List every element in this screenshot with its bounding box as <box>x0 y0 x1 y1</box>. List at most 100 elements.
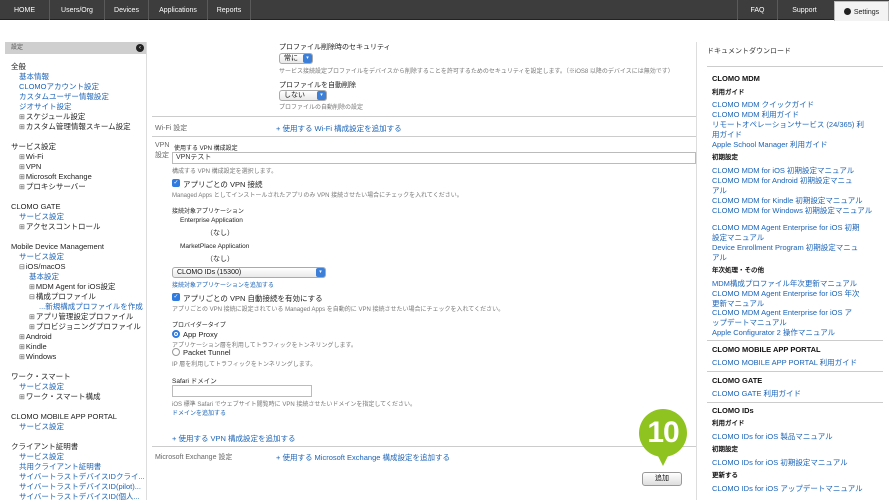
app-proxy-radio[interactable] <box>172 330 180 338</box>
subheading-guide: 利用ガイド <box>712 89 745 96</box>
sidebar-item-cybertrust-client[interactable]: サイバートラストデバイスIDクライ... <box>19 472 145 482</box>
sidebar-heading-work-smart: ワーク・スマート <box>11 372 71 381</box>
doc-link[interactable]: CLOMO IDs for iOS 製品マニュアル <box>712 432 833 442</box>
doc-link[interactable]: アル <box>712 253 727 263</box>
sidebar-item-access-control[interactable]: アクセスコントロール <box>19 222 101 233</box>
sidebar-heading-clomo-gate: CLOMO GATE <box>11 202 61 211</box>
safari-domain-input[interactable] <box>172 385 312 397</box>
per-app-vpn-checkbox[interactable]: ✓ <box>172 179 180 187</box>
doc-link[interactable]: MDM構成プロファイル年次更新マニュアル <box>712 279 857 289</box>
top-navigation-bar: HOME Users/Org Devices Applications Repo… <box>0 0 889 21</box>
remove-security-value: 常に <box>284 55 298 62</box>
auto-connect-help: アプリごとの VPN 接続に設定されている Managed Apps を自動的に… <box>172 307 505 313</box>
vpn-section-label: VPN 設定 <box>155 142 170 159</box>
panel-title: ドキュメントダウンロード <box>707 48 791 55</box>
sidebar-item-basic-info[interactable]: 基本情報 <box>19 72 49 82</box>
step-number-badge: 10 <box>639 409 687 457</box>
sidebar-heading-mdm: Mobile Device Management <box>11 242 104 251</box>
doc-link[interactable]: CLOMO MDM Agent Enterprise for iOS 年次 <box>712 289 860 299</box>
doc-link[interactable]: Apple School Manager 利用ガイド <box>712 140 827 150</box>
app-proxy-label: App Proxy <box>183 330 218 339</box>
auto-connect-label: アプリごとの VPN 自動接続を有効にする <box>183 294 323 303</box>
sidebar-item-gate-service[interactable]: サービス設定 <box>19 212 64 222</box>
sidebar-item-windows[interactable]: Windows <box>19 352 56 363</box>
packet-tunnel-label: Packet Tunnel <box>183 348 231 357</box>
sidebar-item-geosite[interactable]: ジオサイト設定 <box>19 102 72 112</box>
marketplace-app-value: （なし） <box>206 256 234 263</box>
doc-link[interactable]: CLOMO MDM for Windows 初期設定マニュアル <box>712 206 872 216</box>
remove-security-select[interactable]: 常に ▾ <box>279 53 313 64</box>
nav-home[interactable]: HOME <box>0 0 50 20</box>
sidebar-item-ios-basic[interactable]: 基本設定 <box>29 272 59 282</box>
auto-remove-select[interactable]: しない ▾ <box>279 90 327 101</box>
doc-link[interactable]: リモートオペレーションサービス (24/365) 利 <box>712 120 864 130</box>
doc-link[interactable]: Device Enrollment Program 初期設定マニュ <box>712 243 858 253</box>
enterprise-app-value: （なし） <box>206 230 234 237</box>
doc-link[interactable]: アル <box>712 186 727 196</box>
sidebar-item-ws-config[interactable]: ワーク・スマート構成 <box>19 392 101 403</box>
main-form: プロファイル削除時のセキュリティ 常に ▾ サービス接続設定プロファイルをデバイ… <box>152 42 696 500</box>
doc-link[interactable]: CLOMO MDM 利用ガイド <box>712 110 799 120</box>
nav-devices[interactable]: Devices <box>105 0 149 20</box>
divider <box>707 340 883 341</box>
sidebar-item-new-config-profile[interactable]: ...新規構成プロファイルを作成 <box>39 302 143 312</box>
doc-link[interactable]: 用ガイド <box>712 130 742 140</box>
sidebar-item-cert-service[interactable]: サービス設定 <box>19 452 64 462</box>
doc-link[interactable]: CLOMO MDM Agent Enterprise for iOS ア <box>712 308 852 318</box>
sidebar-item-cybertrust-pilot[interactable]: サイバートラストデバイスID(pilot)... <box>19 482 141 492</box>
sidebar-item-clomo-account[interactable]: CLOMOアカウント設定 <box>19 82 99 92</box>
nav-reports[interactable]: Reports <box>208 0 251 20</box>
sidebar-item-proxy[interactable]: プロキシサーバー <box>19 182 86 193</box>
enterprise-app-label: Enterprise Application <box>180 217 243 224</box>
sidebar-item-custom-management-scheme[interactable]: カスタム管理情報スキーム設定 <box>19 122 131 133</box>
nav-support[interactable]: Support <box>777 0 831 20</box>
nav-settings-label: Settings <box>853 9 880 16</box>
doc-link[interactable]: CLOMO MDM クイックガイド <box>712 100 814 110</box>
auto-remove-help: プロファイルの自動削除の設定 <box>279 105 364 111</box>
divider <box>707 371 883 372</box>
auto-connect-checkbox[interactable]: ✓ <box>172 293 180 301</box>
collapse-sidebar-icon[interactable]: ‹ <box>136 44 144 52</box>
doc-link[interactable]: CLOMO MDM for iOS 初期設定マニュアル <box>712 166 854 176</box>
exchange-section-label: Microsoft Exchange 設定 <box>155 454 233 461</box>
doc-link[interactable]: CLOMO GATE 利用ガイド <box>712 389 801 399</box>
clomo-ids-select[interactable]: CLOMO IDs (15300) ▾ <box>172 267 326 278</box>
sidebar-item-custom-user-info[interactable]: カスタムユーザー情報設定 <box>19 92 109 102</box>
nav-faq[interactable]: FAQ <box>737 0 777 20</box>
nav-settings[interactable]: Settings <box>834 1 889 21</box>
gear-icon <box>843 8 851 15</box>
sidebar-item-cybertrust-personal[interactable]: サイバートラストデバイスID(個人... <box>19 492 140 500</box>
nav-users-org[interactable]: Users/Org <box>50 0 105 20</box>
add-button[interactable]: 追加 <box>642 472 682 486</box>
sidebar-item-portal-service[interactable]: サービス設定 <box>19 422 64 432</box>
packet-tunnel-radio[interactable] <box>172 348 180 356</box>
add-vpn-config-link[interactable]: + 使用する VPN 構成設定を追加する <box>172 433 296 444</box>
add-wifi-config-link[interactable]: + 使用する Wi-Fi 構成設定を追加する <box>276 123 402 134</box>
doc-link[interactable]: CLOMO IDs for iOS アップデートマニュアル <box>712 484 863 494</box>
doc-link[interactable]: 設定マニュアル <box>712 233 764 243</box>
divider <box>152 446 696 447</box>
sidebar-item-shared-cert[interactable]: 共用クライアント証明書 <box>19 462 101 472</box>
doc-link[interactable]: ップデートマニュアル <box>712 318 787 328</box>
add-exchange-config-link[interactable]: + 使用する Microsoft Exchange 構成設定を追加する <box>276 452 450 463</box>
doc-link[interactable]: CLOMO MDM for Kindle 初期設定マニュアル <box>712 196 863 206</box>
doc-link[interactable]: CLOMO MOBILE APP PORTAL 利用ガイド <box>712 358 857 368</box>
doc-link[interactable]: Apple Configurator 2 操作マニュアル <box>712 328 835 338</box>
sidebar-heading-general: 全般 <box>11 62 26 71</box>
sidebar-item-mdm-service[interactable]: サービス設定 <box>19 252 64 262</box>
divider <box>707 402 883 403</box>
doc-link[interactable]: CLOMO IDs for iOS 初期設定マニュアル <box>712 458 848 468</box>
safari-domain-help: iOS 標準 Safari でウェブサイト閲覧時に VPN 接続させたいドメイン… <box>172 402 416 408</box>
sidebar-heading-app-portal: CLOMO MOBILE APP PORTAL <box>11 412 117 421</box>
badge-pointer <box>656 452 670 466</box>
settings-sidebar: 設定 ‹ 全般 基本情報 CLOMOアカウント設定 カスタムユーザー情報設定 ジ… <box>5 42 147 500</box>
sidebar-item-ws-service[interactable]: サービス設定 <box>19 382 64 392</box>
add-target-app-link[interactable]: 接続対象アプリケーションを追加する <box>172 280 274 289</box>
vpn-config-field[interactable]: VPNテスト <box>172 152 696 164</box>
safari-domain-label: Safari ドメイン <box>172 378 217 385</box>
add-domain-link[interactable]: ドメインを追加する <box>172 408 226 417</box>
doc-link[interactable]: CLOMO MDM Agent Enterprise for iOS 初期 <box>712 223 860 233</box>
doc-link[interactable]: CLOMO MDM for Android 初期設定マニュ <box>712 176 852 186</box>
nav-applications[interactable]: Applications <box>149 0 208 20</box>
marketplace-app-label: MarketPlace Application <box>180 243 250 250</box>
